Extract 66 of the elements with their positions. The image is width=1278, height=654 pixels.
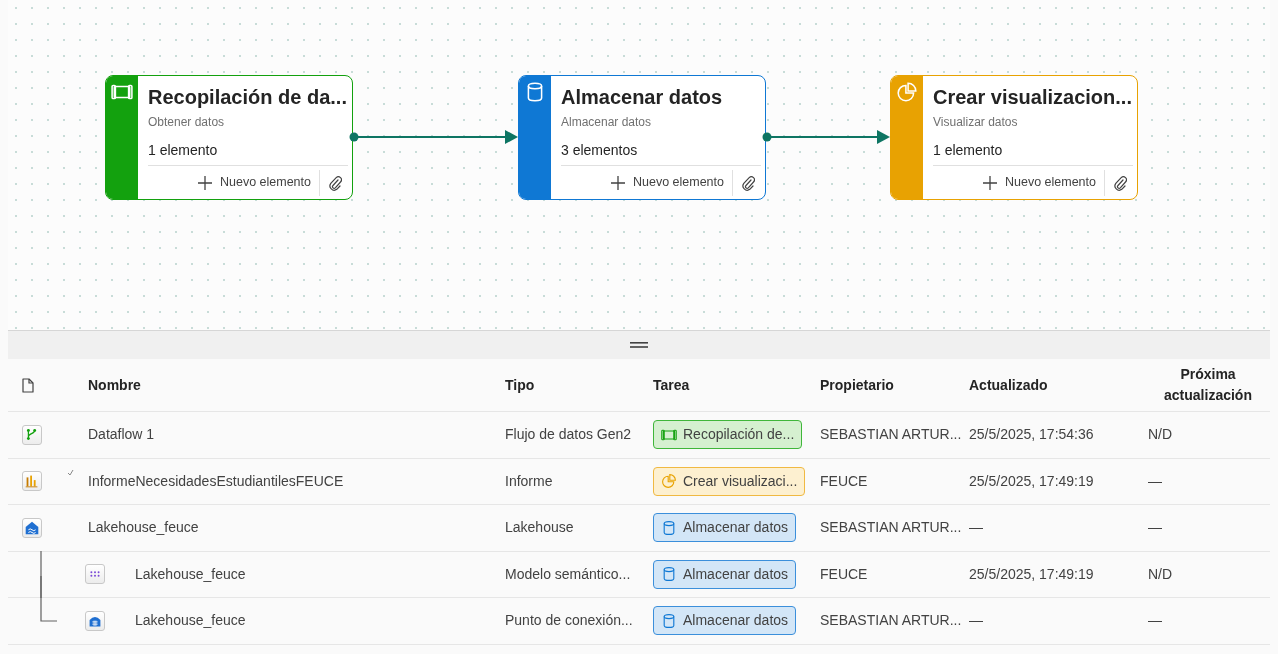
new-item-button[interactable]: Nuevo elemento — [602, 173, 732, 192]
new-item-button[interactable]: Nuevo elemento — [974, 173, 1104, 192]
task-tag[interactable]: Almacenar datos — [653, 559, 797, 589]
node-subtitle: Almacenar datos — [561, 114, 653, 131]
item-name[interactable]: InformeNecesidadesEstudiantilesFEUCE — [88, 470, 344, 492]
column-header[interactable]: Próxima actualización — [1148, 364, 1268, 406]
column-header[interactable]: Propietario — [820, 374, 969, 396]
node-subtitle: Visualizar datos — [933, 114, 1019, 131]
owner-name: SEBASTIAN ARTUR... — [820, 519, 962, 536]
cylinder-icon — [661, 519, 677, 536]
next-refresh: — — [1148, 519, 1162, 536]
plus-icon — [610, 175, 625, 190]
branch-icon — [22, 424, 42, 445]
building-icon — [85, 610, 105, 631]
updated-time: — — [969, 519, 983, 536]
cylinder-icon — [661, 612, 677, 629]
column-header[interactable]: Actualizado — [969, 374, 1148, 396]
task-tag[interactable]: Almacenar datos — [653, 513, 797, 543]
paperclip-icon — [741, 174, 755, 191]
item-count: 3 elementos — [561, 141, 639, 160]
next-refresh: — — [1148, 472, 1162, 489]
bar-chart-icon — [22, 471, 42, 492]
item-name[interactable]: Dataflow 1 — [88, 424, 155, 446]
owner-name: FEUCE — [820, 472, 868, 489]
file-icon — [22, 378, 34, 394]
new-item-button[interactable]: Nuevo elemento — [189, 173, 319, 192]
next-refresh: — — [1148, 612, 1162, 629]
item-type: Informe — [505, 472, 553, 489]
pie-chart-icon — [896, 81, 918, 103]
resize-handle-icon[interactable] — [630, 342, 648, 348]
node-title: Crear visualizacion... — [933, 85, 1133, 110]
item-count: 1 elemento — [933, 141, 1004, 160]
node-subtitle: Obtener datos — [148, 114, 226, 131]
item-type: Flujo de datos Gen2 — [505, 426, 632, 443]
item-name[interactable]: Lakehouse_feuce — [88, 517, 199, 539]
updated-time: 25/5/2025, 17:49:19 — [969, 472, 1094, 489]
item-type: Lakehouse — [505, 519, 574, 536]
item-name[interactable]: Lakehouse_feuce — [135, 563, 246, 585]
paperclip-icon — [1113, 174, 1127, 191]
owner-name: FEUCE — [820, 565, 868, 582]
updated-time: 25/5/2025, 17:49:19 — [969, 565, 1094, 582]
item-type: Punto de conexión... — [505, 612, 633, 629]
task-tag[interactable]: Almacenar datos — [653, 606, 797, 636]
pie-chart-icon — [661, 473, 677, 490]
node-title: Recopilación de da... — [148, 85, 348, 110]
item-count: 1 elemento — [148, 141, 219, 160]
column-header[interactable]: Tipo — [505, 374, 653, 396]
cylinder-icon — [661, 566, 677, 583]
next-refresh: N/D — [1148, 565, 1173, 582]
plus-icon — [982, 175, 997, 190]
plus-icon — [197, 175, 212, 190]
item-type: Modelo semántico... — [505, 565, 631, 582]
item-name[interactable]: Lakehouse_feuce — [135, 610, 246, 632]
owner-name: SEBASTIAN ARTUR... — [820, 612, 962, 629]
next-refresh: N/D — [1148, 426, 1173, 443]
task-tag[interactable]: Recopilación de... — [653, 420, 803, 450]
dot-grid-icon — [85, 564, 105, 585]
column-header[interactable]: Tarea — [653, 374, 820, 396]
owner-name: SEBASTIAN ARTUR... — [820, 426, 962, 443]
house-icon — [22, 517, 42, 538]
updated-time: — — [969, 612, 983, 629]
node-title: Almacenar datos — [561, 85, 724, 110]
task-tag[interactable]: Crear visualizaci... — [653, 466, 806, 496]
column-header[interactable]: Nombre — [88, 374, 505, 396]
updated-time: 25/5/2025, 17:54:36 — [969, 426, 1094, 443]
paperclip-icon — [328, 174, 342, 191]
